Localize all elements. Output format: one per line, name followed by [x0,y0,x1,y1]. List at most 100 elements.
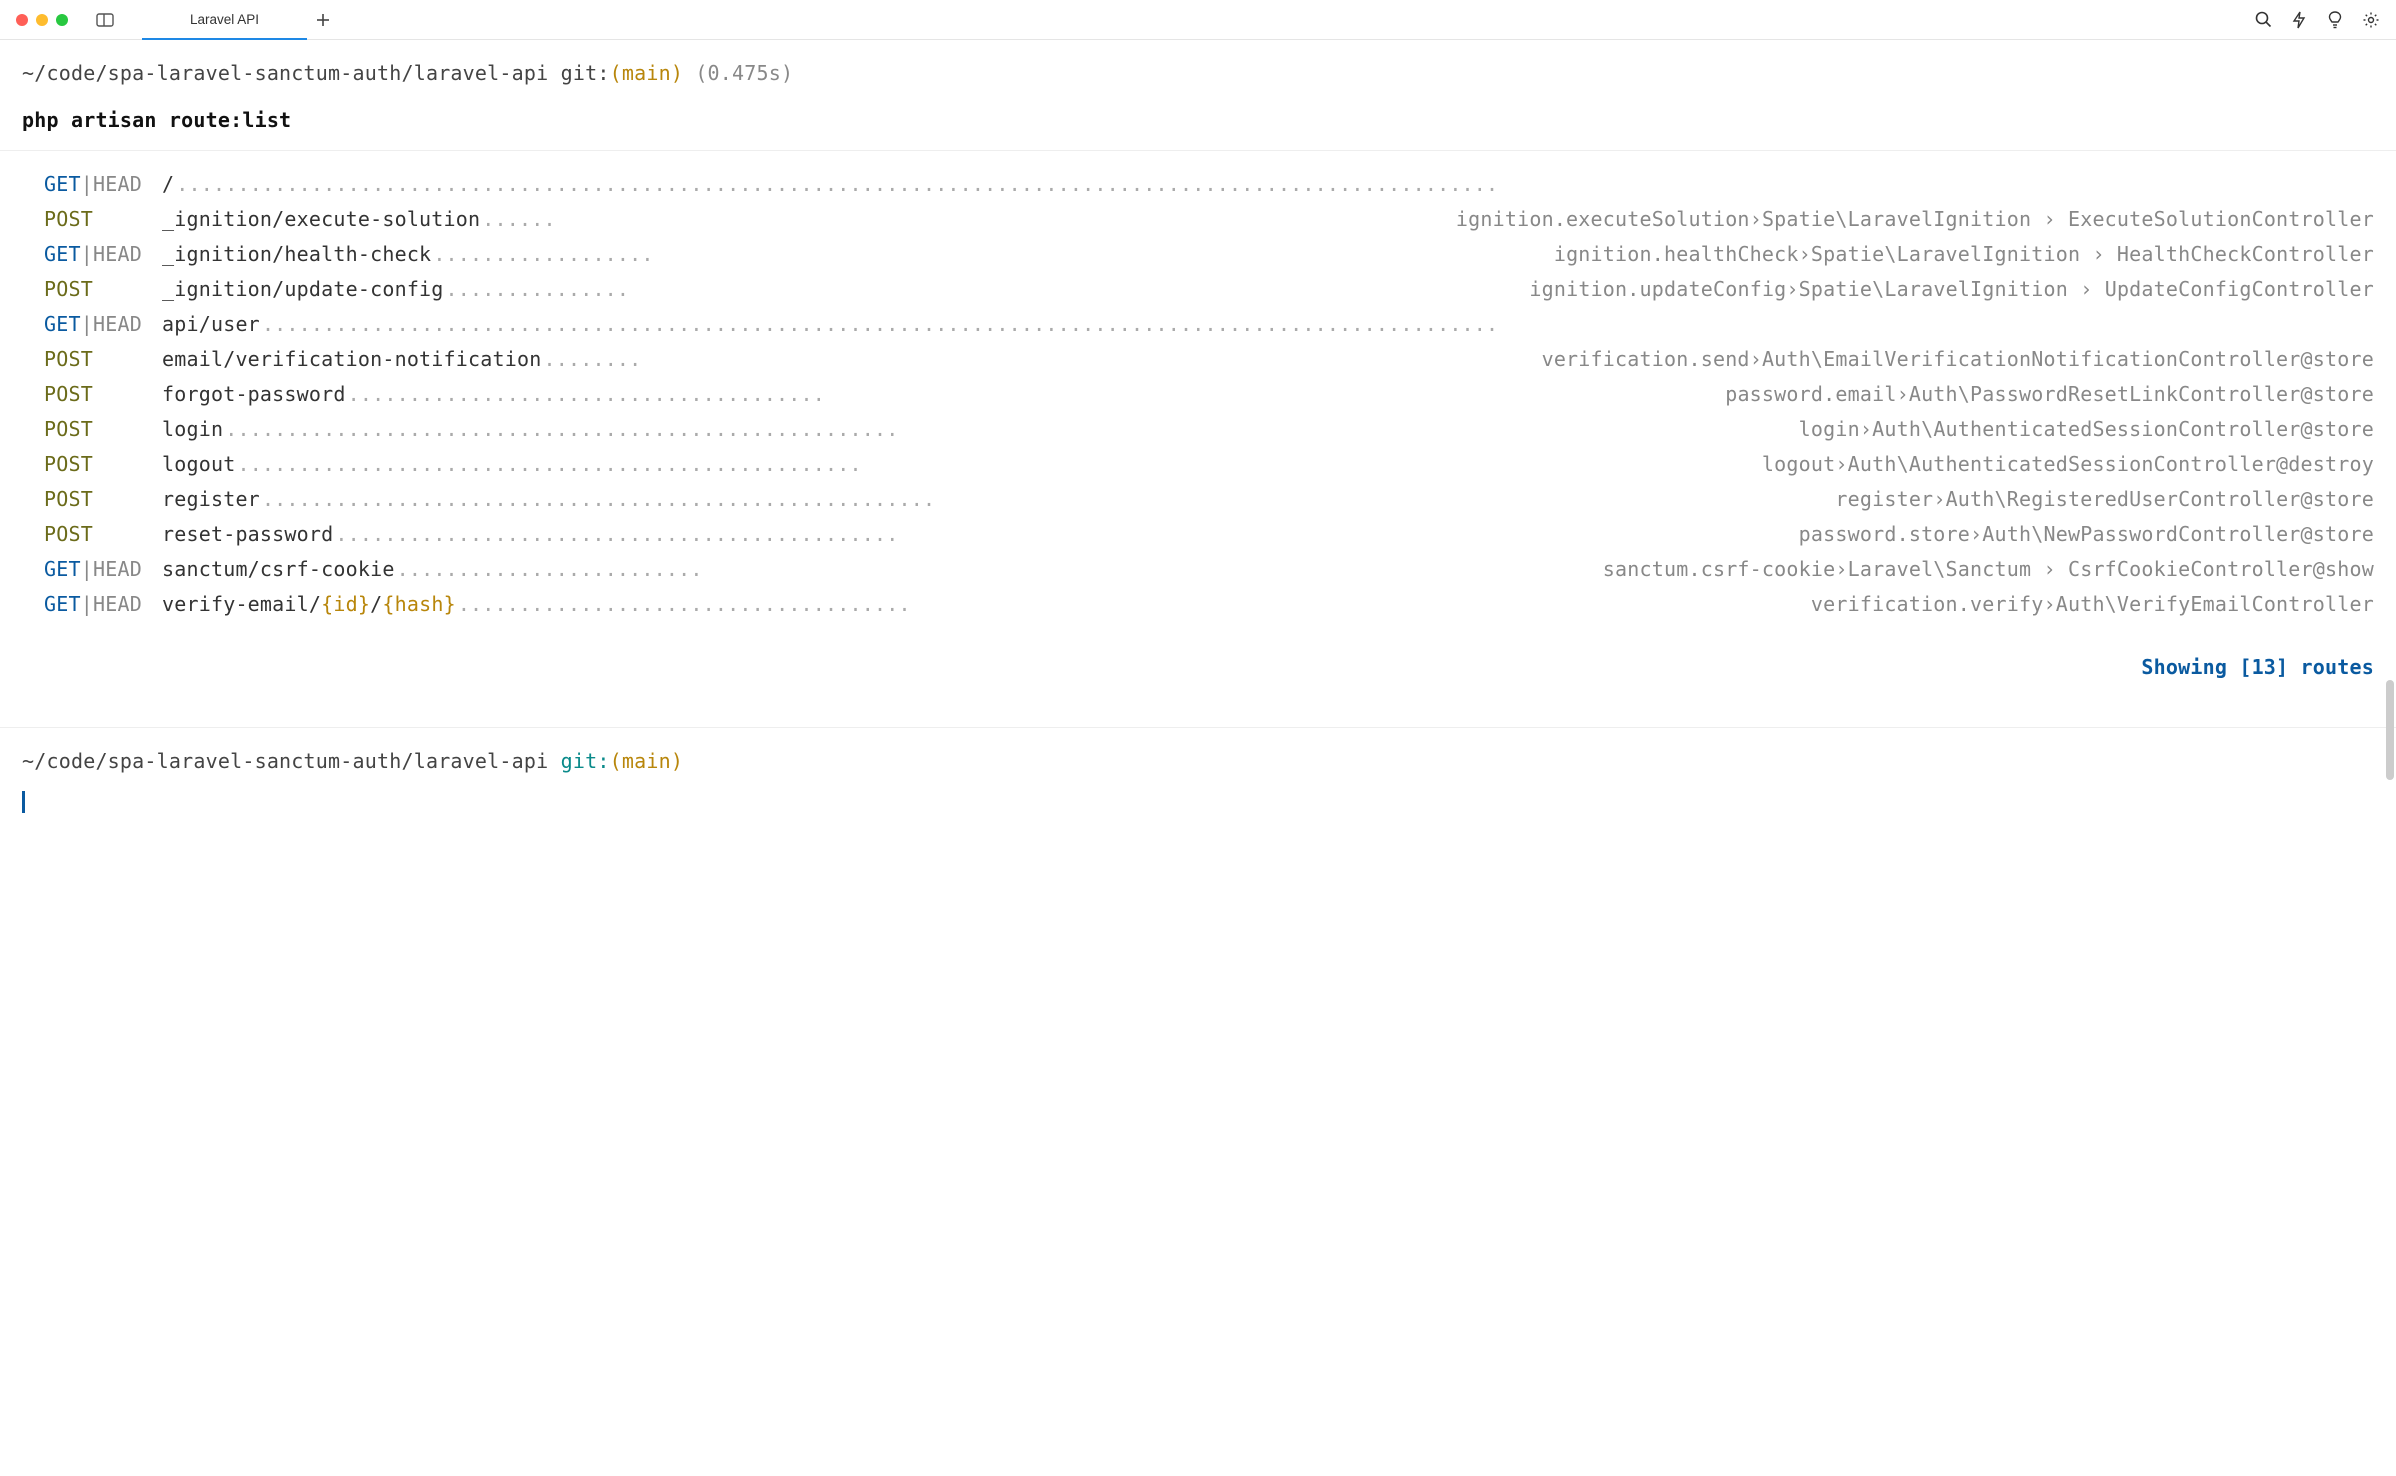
route-method: POST [44,412,162,447]
prompt-git-label: git: [561,61,610,85]
route-row: POSTemail/verification-notification ....… [22,342,2374,377]
route-method: GET|HEAD [44,307,162,342]
route-detail: register ...............................… [162,482,2374,517]
route-uri: _ignition/execute-solution [162,202,480,237]
route-controller: Auth\NewPasswordController@store [1982,517,2374,552]
route-detail: sanctum/csrf-cookie ....................… [162,552,2374,587]
route-dots: ........................................… [176,167,2372,202]
tab-title: Laravel API [190,12,259,27]
route-method: POST [44,447,162,482]
route-method: GET|HEAD [44,552,162,587]
route-method: POST [44,272,162,307]
route-detail: _ignition/health-check .................… [162,237,2374,272]
route-dots: ........................................… [262,307,2372,342]
route-row: POSTlogin ..............................… [22,412,2374,447]
route-controller: Auth\PasswordResetLinkController@store [1909,377,2374,412]
prompt-line-1: ~/code/spa-laravel-sanctum-auth/laravel-… [22,56,2374,91]
route-row: POST logout .............................… [22,447,2374,482]
gear-icon[interactable] [2362,11,2380,29]
route-dots: ............... [446,272,1528,307]
route-row: GET|HEADapi/user .......................… [22,307,2374,342]
route-name: verification.verify [1811,587,2044,622]
terminal-pane[interactable]: ~/code/spa-laravel-sanctum-auth/laravel-… [0,40,2396,830]
route-row: POSTforgot-password ....................… [22,377,2374,412]
route-detail: reset-password .........................… [162,517,2374,552]
route-name: sanctum.csrf-cookie [1603,552,1836,587]
tab-laravel-api[interactable]: Laravel API [142,0,307,39]
window-controls [16,14,68,26]
route-detail: login ..................................… [162,412,2374,447]
prompt-path: ~/code/spa-laravel-sanctum-auth/laravel-… [22,749,548,773]
route-name: password.email [1725,377,1896,412]
command: php artisan route:list [22,103,2374,138]
route-dots: ...... [482,202,1454,237]
route-method: GET|HEAD [44,587,162,622]
minimize-window-button[interactable] [36,14,48,26]
new-tab-button[interactable] [307,0,339,39]
route-name: logout [1762,447,1835,482]
route-controller: Laravel\Sanctum › CsrfCookieController@s… [1848,552,2374,587]
route-row: GET|HEAD/ ..............................… [22,167,2374,202]
route-method: POST [44,377,162,412]
output-divider-bottom [0,727,2396,728]
route-dots: ........................................… [335,517,1796,552]
route-name: password.store [1799,517,1970,552]
prompt-branch: main [622,749,671,773]
route-detail: email/verification-notification ........… [162,342,2374,377]
route-row: GET|HEADsanctum/csrf-cookie ............… [22,552,2374,587]
bolt-icon[interactable] [2290,11,2308,29]
route-name: ignition.healthCheck [1554,237,1799,272]
cursor [22,779,2374,814]
route-dots: ..................................... [458,587,1809,622]
tab-bar: Laravel API [142,0,339,39]
route-name: verification.send [1542,342,1750,377]
route-uri: _ignition/health-check [162,237,431,272]
route-controller: Auth\VerifyEmailController [2056,587,2374,622]
route-controller: Auth\EmailVerificationNotificationContro… [1762,342,2374,377]
route-detail: api/user ...............................… [162,307,2374,342]
route-controller: Auth\AuthenticatedSessionController@stor… [1872,412,2374,447]
split-pane-icon[interactable] [96,13,114,27]
route-detail: _ignition/update-config ............... … [162,272,2374,307]
route-name: ignition.executeSolution [1456,202,1750,237]
route-list-output: GET|HEAD/ ..............................… [22,151,2374,638]
route-uri: api/user [162,307,260,342]
route-controller: Spatie\LaravelIgnition › HealthCheckCont… [1811,237,2374,272]
route-dots: ......................... [397,552,1601,587]
route-dots: ....................................... [348,377,1724,412]
prompt-timing: (0.475s) [695,61,793,85]
search-icon[interactable] [2254,11,2272,29]
route-uri: sanctum/csrf-cookie [162,552,395,587]
route-dots: ........................................… [225,412,1796,447]
route-detail: / ......................................… [162,167,2374,202]
route-method: POST [44,517,162,552]
summary-count: [13] [2239,655,2288,679]
route-row: POST_ignition/execute-solution ...... ig… [22,202,2374,237]
route-method: POST [44,482,162,517]
route-method: POST [44,342,162,377]
route-uri: / [162,167,174,202]
route-summary: Showing [13] routes [22,638,2374,697]
close-window-button[interactable] [16,14,28,26]
route-uri-param: {hash} [382,587,455,622]
route-row: GET|HEADverify-email/{id}/{hash} .......… [22,587,2374,622]
route-method: POST [44,202,162,237]
maximize-window-button[interactable] [56,14,68,26]
route-uri: email/verification-notification [162,342,541,377]
route-method: GET|HEAD [44,167,162,202]
route-controller: Spatie\LaravelIgnition › UpdateConfigCon… [1799,272,2374,307]
route-dots: .................. [433,237,1552,272]
route-uri: forgot-password [162,377,346,412]
scrollbar-thumb[interactable] [2386,680,2394,780]
prompt-branch: main [622,61,671,85]
route-row: POST_ignition/update-config ............… [22,272,2374,307]
route-dots: ........................................… [237,447,1759,482]
route-row: POSTreset-password .....................… [22,517,2374,552]
lightbulb-icon[interactable] [2326,11,2344,29]
titlebar: Laravel API [0,0,2396,40]
route-name: login [1799,412,1860,447]
prompt-path: ~/code/spa-laravel-sanctum-auth/laravel-… [22,61,548,85]
titlebar-actions [2254,11,2380,29]
route-name: register [1835,482,1933,517]
route-dots: ........ [543,342,1539,377]
